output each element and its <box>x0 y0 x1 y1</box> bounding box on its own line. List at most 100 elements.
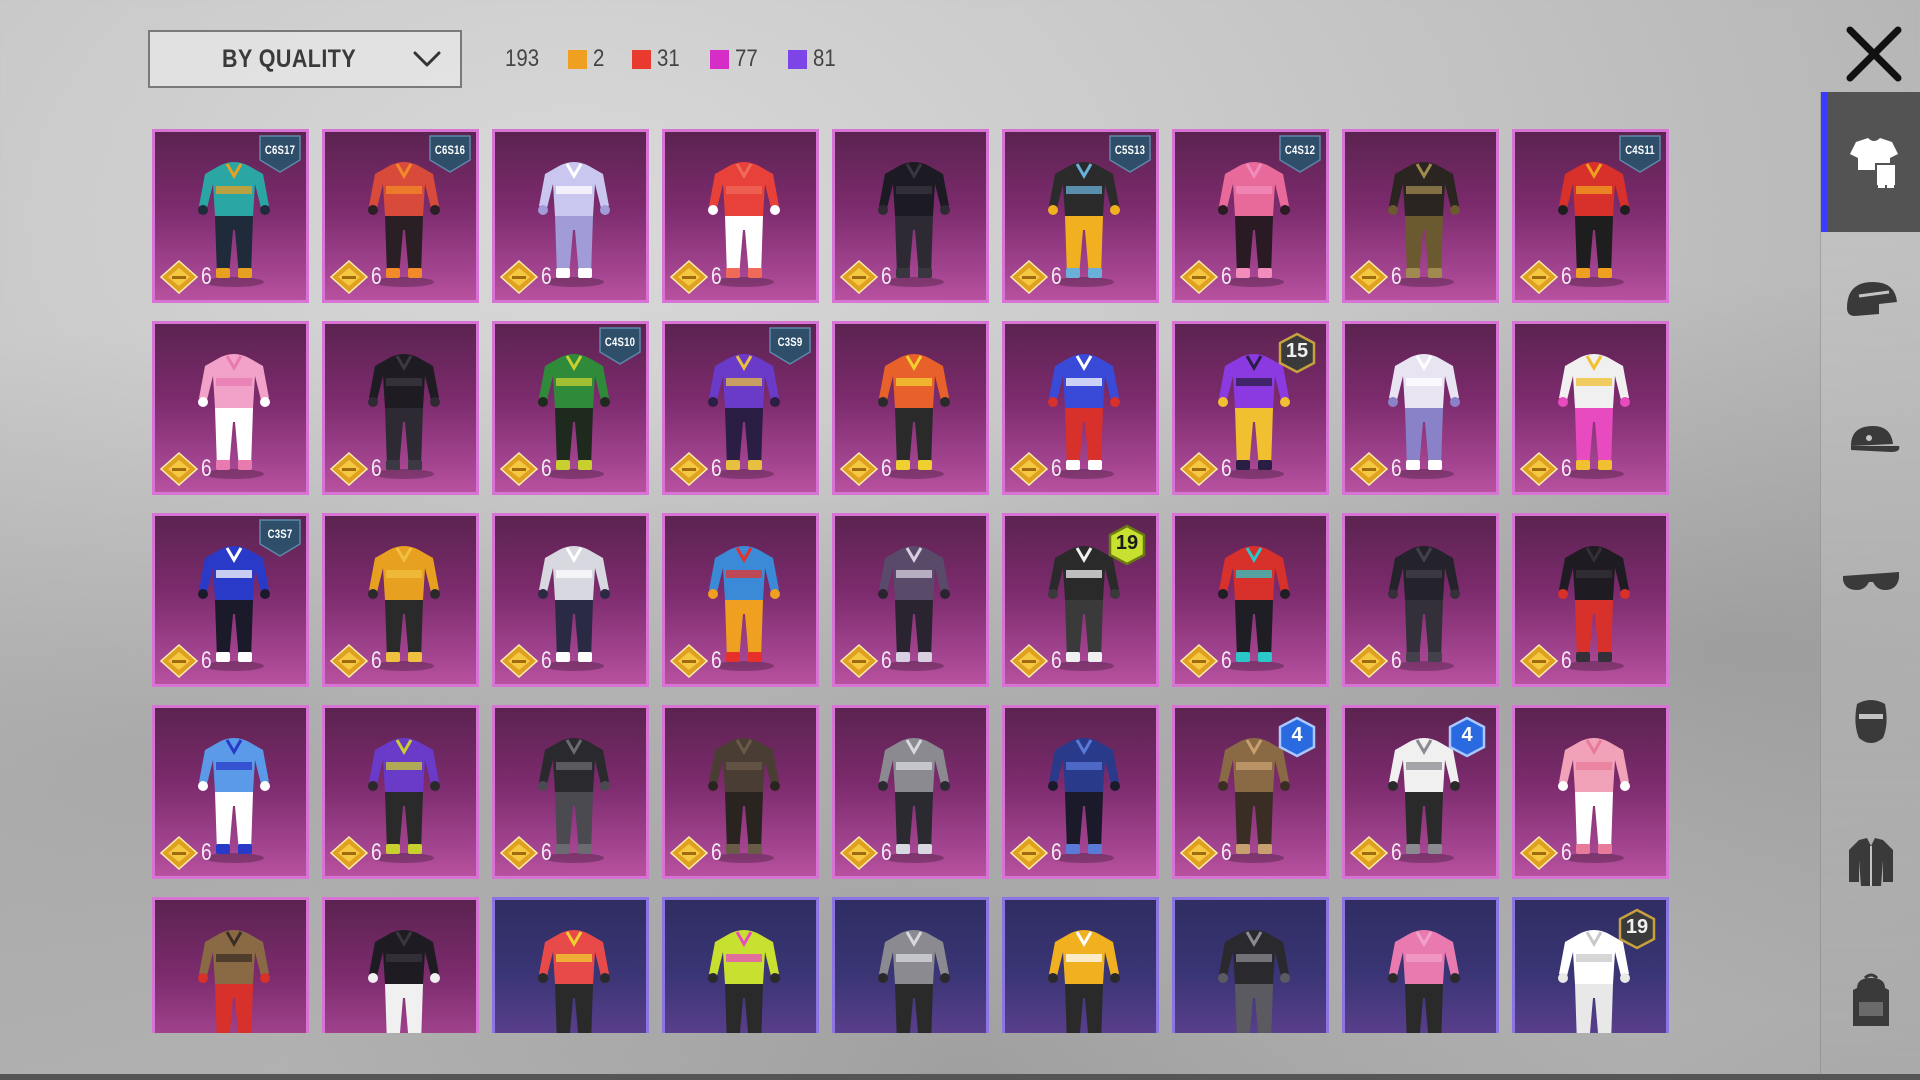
grade-diamond-icon <box>159 259 199 295</box>
sidebar-tab-glasses[interactable] <box>1821 512 1920 652</box>
quality-swatch <box>787 49 807 69</box>
grade-diamond-icon <box>159 451 199 487</box>
outfit-card[interactable]: 6 <box>322 321 479 495</box>
outfit-card[interactable] <box>1342 897 1499 1033</box>
outfit-card[interactable] <box>1172 897 1329 1033</box>
outfit-card[interactable]: 6 <box>1342 321 1499 495</box>
grade-value: 6 <box>1391 839 1402 866</box>
outfit-card[interactable]: 46 <box>1172 705 1329 879</box>
grade-value: 6 <box>711 455 722 482</box>
grade-diamond-icon <box>499 259 539 295</box>
grade-diamond-icon <box>839 451 879 487</box>
outfit-card[interactable]: C3S9 6 <box>662 321 819 495</box>
season-badge-label: C3S9 <box>777 335 803 349</box>
quality-count-value: 77 <box>735 45 758 72</box>
outfit-card[interactable]: 6 <box>832 129 989 303</box>
outfit-card[interactable]: 15 6 <box>1172 321 1329 495</box>
outfit-card[interactable]: C6S16 6 <box>322 129 479 303</box>
glasses-icon <box>1843 572 1899 590</box>
outfit-card[interactable] <box>322 897 479 1033</box>
sidebar-tab-helmet[interactable] <box>1821 232 1920 372</box>
quality-swatch <box>632 49 652 69</box>
quality-sort-dropdown[interactable]: BY QUALITY <box>148 30 462 88</box>
cap-icon <box>1851 426 1900 452</box>
grade-indicator: 6 <box>329 450 384 488</box>
outfit-card[interactable]: 6 <box>1002 705 1159 879</box>
outfit-card[interactable] <box>152 897 309 1033</box>
grade-diamond-icon <box>1179 835 1219 871</box>
grade-diamond-icon <box>839 259 879 295</box>
quality-count-value: 31 <box>657 45 681 72</box>
outfit-card[interactable]: 6 <box>322 513 479 687</box>
outfit-card[interactable]: 6 <box>1512 705 1669 879</box>
sidebar-tab-backpack[interactable] <box>1821 932 1920 1072</box>
grade-diamond-icon <box>1349 451 1389 487</box>
grade-value: 6 <box>711 647 722 674</box>
grade-indicator: 6 <box>329 642 384 680</box>
grade-diamond-icon <box>839 643 879 679</box>
grade-indicator: 6 <box>839 642 894 680</box>
outfit-card[interactable]: 6 <box>662 513 819 687</box>
outfit-card[interactable] <box>832 897 989 1033</box>
close-button[interactable] <box>1836 16 1912 92</box>
outfit-card[interactable]: 6 <box>832 321 989 495</box>
outfit-card[interactable]: 6 <box>1172 513 1329 687</box>
outfit-card[interactable]: C5S13 6 <box>1002 129 1159 303</box>
outfit-card[interactable] <box>1002 897 1159 1033</box>
grade-indicator: 6 <box>1179 450 1234 488</box>
grade-diamond-icon <box>159 643 199 679</box>
outfit-card[interactable]: 6 <box>662 129 819 303</box>
grade-value: 6 <box>541 455 552 482</box>
season-badge-label: C4S12 <box>1284 143 1316 157</box>
grade-diamond-icon <box>1009 835 1049 871</box>
outfit-card[interactable]: 6 <box>492 513 649 687</box>
grade-value: 6 <box>371 455 382 482</box>
outfit-card[interactable]: 6 <box>492 129 649 303</box>
sidebar-tab-cap[interactable] <box>1821 372 1920 512</box>
outfit-card[interactable]: 6 <box>492 705 649 879</box>
grade-diamond-icon <box>1179 643 1219 679</box>
outfit-card[interactable]: 6 <box>1342 513 1499 687</box>
outfit-card[interactable]: 6 <box>832 513 989 687</box>
sidebar-tab-outfit[interactable] <box>1821 92 1920 232</box>
outfit-card[interactable]: 6 <box>152 321 309 495</box>
outfit-preview-icon <box>198 930 270 1033</box>
outfit-card[interactable]: 6 <box>152 705 309 879</box>
outfit-card[interactable]: 46 <box>1342 705 1499 879</box>
outfit-card[interactable]: 6 <box>322 705 479 879</box>
grade-indicator: 6 <box>1009 834 1064 872</box>
grade-value: 6 <box>1221 839 1232 866</box>
quality-count: 31 <box>632 45 684 73</box>
outfit-card[interactable]: 19 <box>1512 897 1669 1033</box>
outfit-card[interactable]: 6 <box>1342 129 1499 303</box>
season-badge-label: C6S16 <box>434 143 466 157</box>
grade-value: 6 <box>1391 263 1402 290</box>
outfit-card[interactable]: 6 <box>1512 321 1669 495</box>
grade-diamond-icon <box>1349 643 1389 679</box>
outfit-card[interactable] <box>492 897 649 1033</box>
outfit-card[interactable]: C4S12 6 <box>1172 129 1329 303</box>
quality-swatch <box>710 49 730 69</box>
outfit-card[interactable]: 6 <box>1002 321 1159 495</box>
outfit-card[interactable]: 6 <box>832 705 989 879</box>
grade-indicator: 6 <box>329 258 384 296</box>
grade-indicator: 6 <box>669 834 724 872</box>
outfit-card[interactable]: 6 <box>1512 513 1669 687</box>
outfit-card[interactable] <box>662 897 819 1033</box>
outfit-card[interactable]: C4S10 6 <box>492 321 649 495</box>
outfit-preview-icon <box>708 930 780 1033</box>
filter-bar: BY QUALITY 193 2 31 77 81 <box>148 30 840 88</box>
grade-indicator: 6 <box>669 450 724 488</box>
sidebar-tab-mask[interactable] <box>1821 652 1920 792</box>
grade-value: 6 <box>1221 455 1232 482</box>
outfit-card[interactable]: C6S17 6 <box>152 129 309 303</box>
sidebar-tab-jacket[interactable] <box>1821 792 1920 932</box>
outfit-card[interactable]: C4S11 6 <box>1512 129 1669 303</box>
outfit-card[interactable]: 19 6 <box>1002 513 1159 687</box>
grade-indicator: 6 <box>159 258 214 296</box>
grade-value: 6 <box>1561 647 1572 674</box>
grade-diamond-icon <box>1179 259 1219 295</box>
outfit-card[interactable]: C3S7 6 <box>152 513 309 687</box>
quality-count: 2 <box>568 45 606 73</box>
outfit-card[interactable]: 6 <box>662 705 819 879</box>
